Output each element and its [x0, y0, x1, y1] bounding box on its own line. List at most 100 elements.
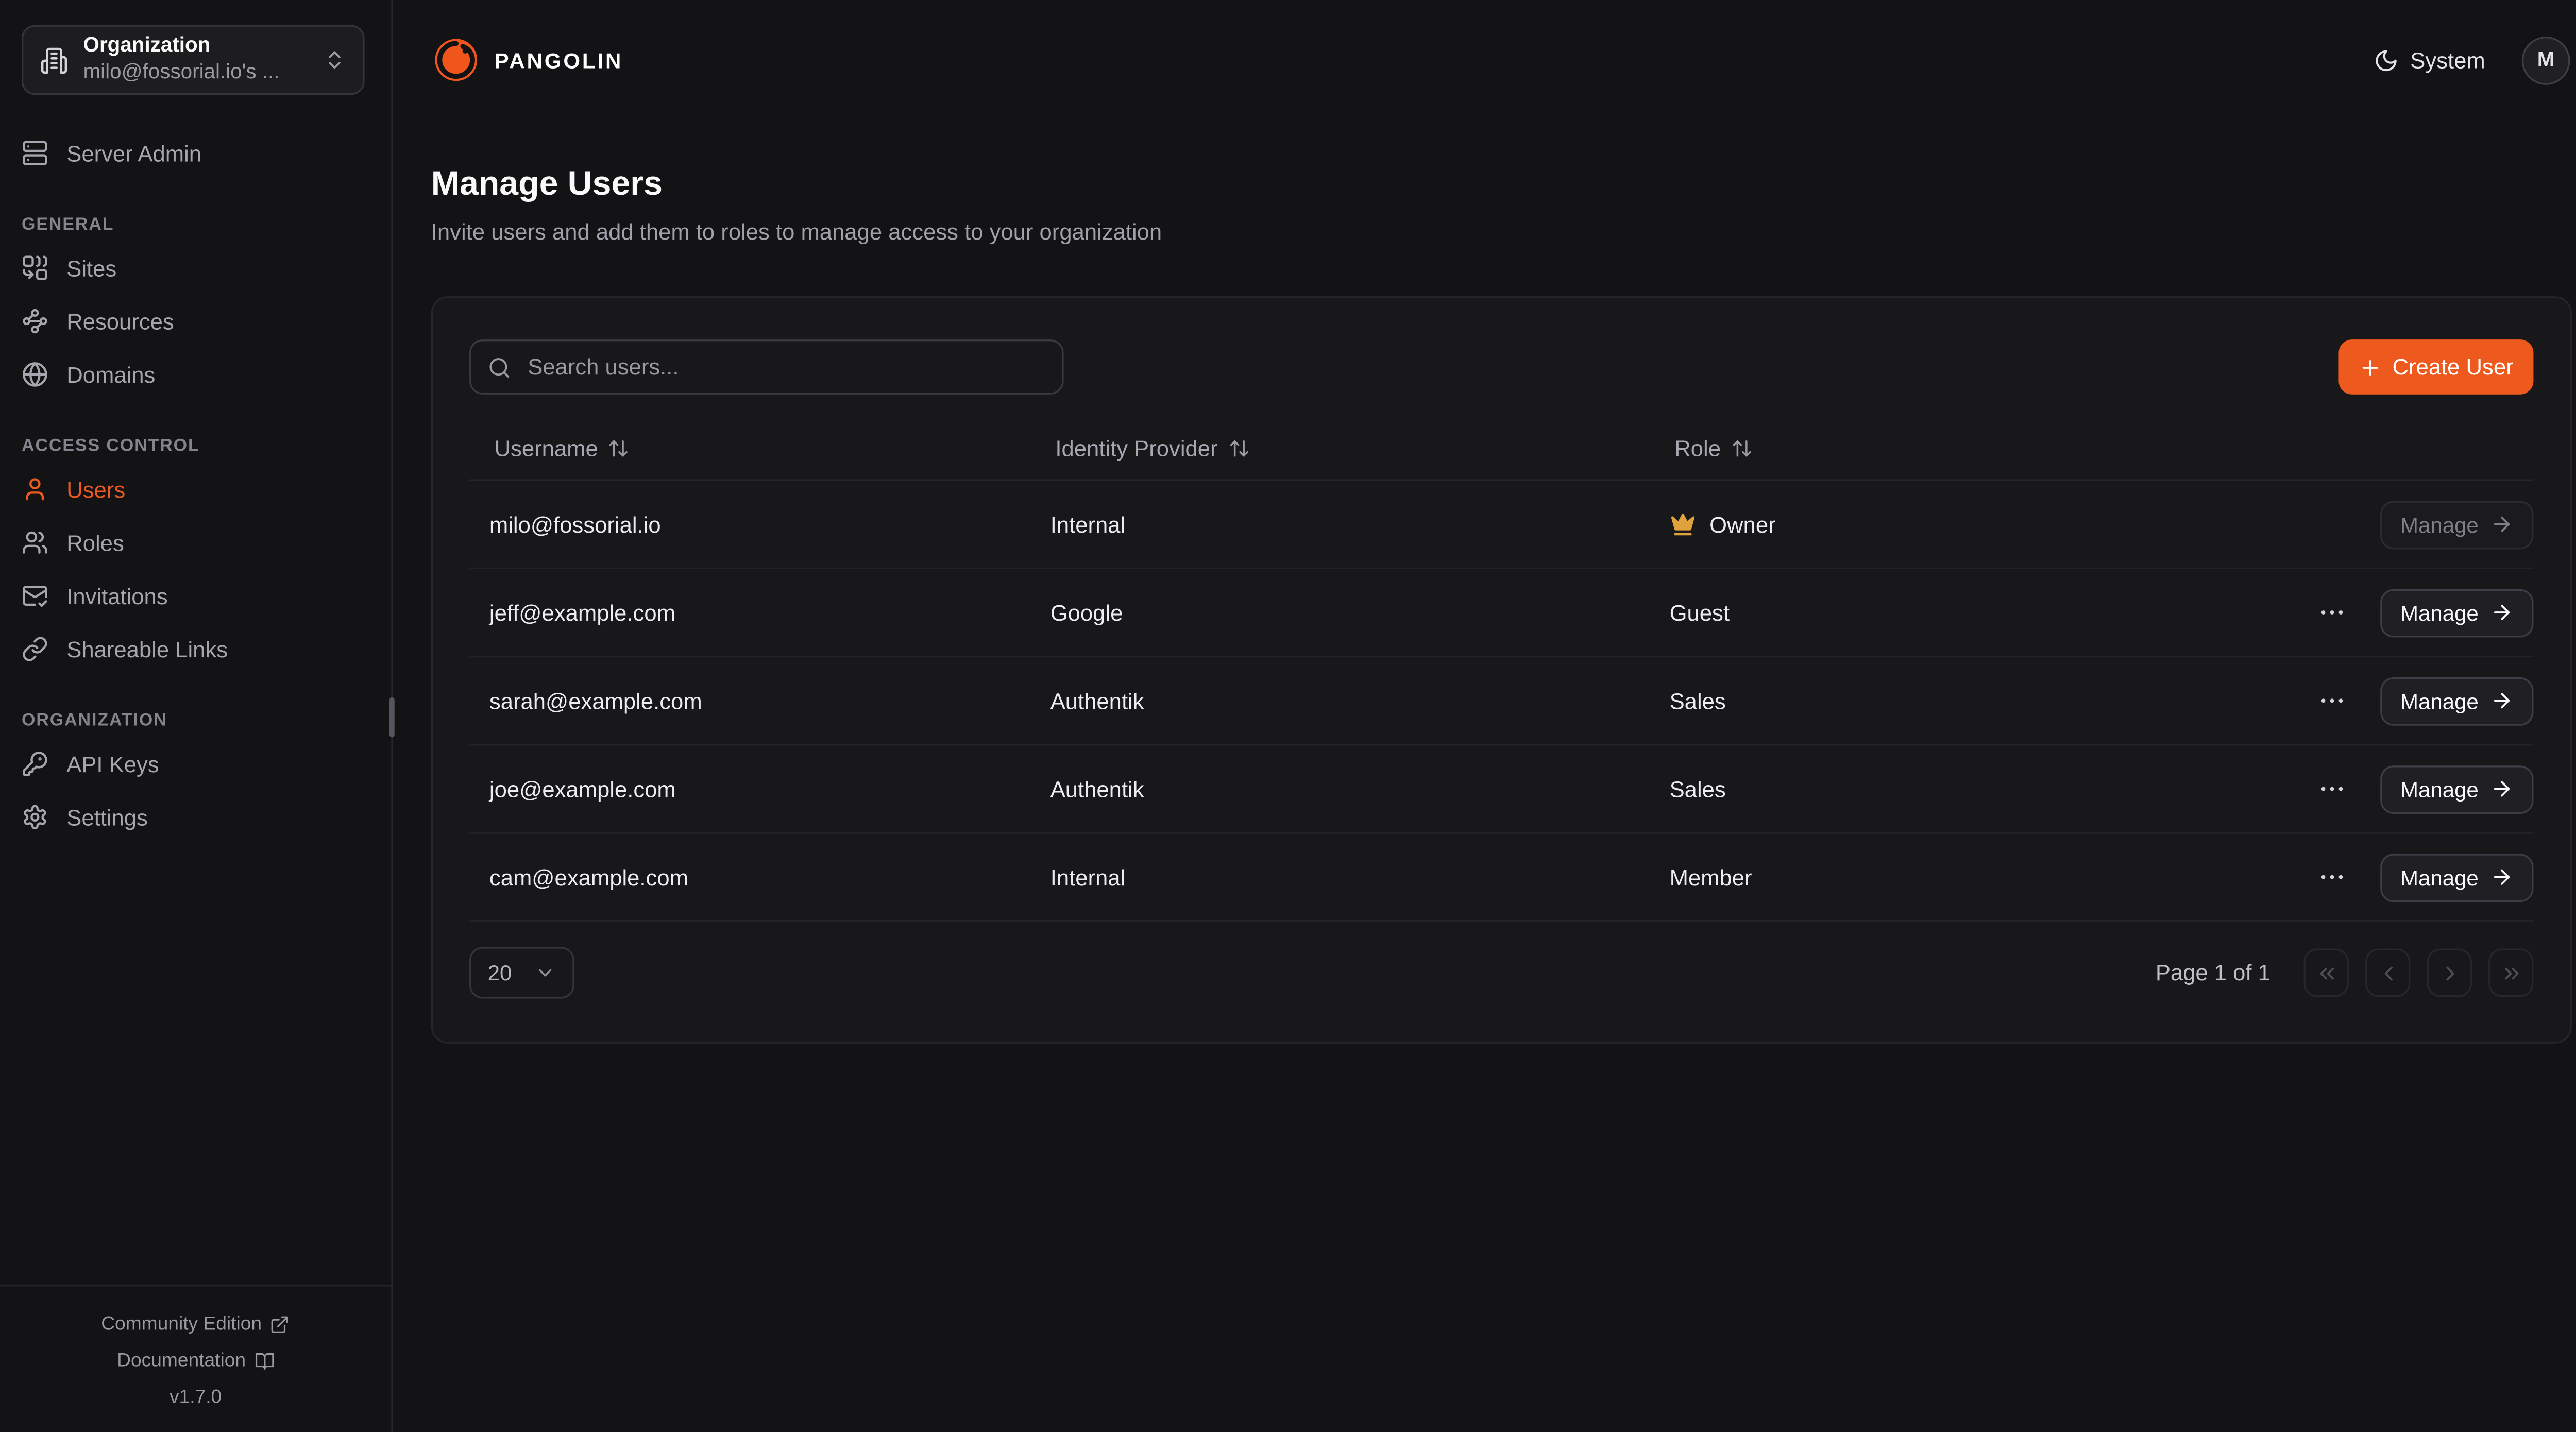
sidebar-item-roles[interactable]: Roles — [22, 516, 365, 569]
sidebar-item-resources[interactable]: Resources — [22, 295, 365, 348]
sidebar-item-label: Sites — [66, 255, 116, 280]
identity-provider-cell: Authentik — [1030, 688, 1650, 713]
username-cell: jeff@example.com — [469, 600, 1030, 625]
column-label: Username — [495, 436, 598, 461]
identity-provider-cell: Authentik — [1030, 776, 1650, 801]
sidebar-item-label: Shareable Links — [66, 637, 228, 661]
sidebar-item-domains[interactable]: Domains — [22, 348, 365, 401]
page-indicator: Page 1 of 1 — [2156, 960, 2270, 985]
sidebar-item-shareable-links[interactable]: Shareable Links — [22, 622, 365, 675]
row-menu-button[interactable] — [2314, 683, 2350, 719]
gear-icon — [22, 804, 50, 831]
table-row: joe@example.com Authentik Sales Manage — [469, 745, 2533, 833]
theme-toggle[interactable]: System — [2374, 47, 2485, 72]
sidebar-footer: Community Edition Documentation v1.7.0 — [0, 1284, 391, 1432]
users-table: Username Identity Provider Role — [469, 418, 2533, 922]
manage-button[interactable]: Manage — [2380, 676, 2533, 725]
section-label-general: GENERAL — [22, 215, 365, 235]
create-user-label: Create User — [2393, 354, 2514, 379]
documentation-link[interactable]: Documentation — [10, 1342, 381, 1379]
table-row: jeff@example.com Google Guest Manage — [469, 569, 2533, 657]
next-page-button[interactable] — [2427, 949, 2472, 997]
community-edition-link[interactable]: Community Edition — [10, 1306, 381, 1342]
username-cell: joe@example.com — [469, 776, 1030, 801]
column-label: Role — [1674, 436, 1721, 461]
row-menu-button[interactable] — [2314, 594, 2350, 630]
search-input[interactable] — [524, 353, 1045, 381]
column-header-role[interactable]: Role — [1650, 436, 2534, 461]
book-open-icon — [254, 1351, 274, 1371]
org-switcher[interactable]: Organization milo@fossorial.io's ... — [22, 25, 365, 95]
manage-label: Manage — [2400, 776, 2479, 801]
section-label-access-control: ACCESS CONTROL — [22, 436, 365, 456]
arrow-right-icon — [2490, 689, 2513, 712]
mail-check-icon — [22, 583, 50, 609]
page-size-value: 20 — [488, 960, 512, 985]
row-menu-button[interactable] — [2314, 771, 2350, 807]
page-title: Manage Users — [431, 165, 2572, 205]
arrow-right-icon — [2490, 777, 2513, 800]
chevrons-up-down-icon — [323, 48, 346, 72]
first-page-button[interactable] — [2304, 949, 2349, 997]
column-label: Identity Provider — [1055, 436, 1217, 461]
sidebar: Organization milo@fossorial.io's ... Ser… — [0, 0, 393, 1432]
topbar: PANGOLIN System M — [393, 0, 2576, 120]
documentation-label: Documentation — [117, 1342, 246, 1379]
role-cell: Member — [1650, 864, 2314, 889]
crown-icon — [1670, 511, 1697, 538]
table-row: sarah@example.com Authentik Sales Manage — [469, 657, 2533, 745]
sidebar-item-label: Resources — [66, 309, 174, 333]
main-content: PANGOLIN System M Manage Users Invite us… — [393, 0, 2576, 1432]
sidebar-item-invitations[interactable]: Invitations — [22, 569, 365, 622]
globe-icon — [22, 361, 50, 388]
user-avatar[interactable]: M — [2522, 36, 2570, 84]
arrow-right-icon — [2490, 513, 2513, 536]
sidebar-item-api-keys[interactable]: API Keys — [22, 737, 365, 790]
users-toolbar: Create User — [469, 339, 2533, 395]
external-link-icon — [270, 1314, 290, 1334]
role-cell: Sales — [1650, 776, 2314, 801]
table-footer: 20 Page 1 of 1 — [469, 947, 2533, 998]
org-switcher-value: milo@fossorial.io's ... — [83, 60, 308, 86]
search-box — [469, 339, 1063, 395]
column-header-username[interactable]: Username — [469, 436, 1030, 461]
username-cell: milo@fossorial.io — [469, 512, 1030, 537]
manage-button[interactable]: Manage — [2380, 853, 2533, 901]
last-page-button[interactable] — [2488, 949, 2533, 997]
previous-page-button[interactable] — [2365, 949, 2410, 997]
sidebar-item-label: Domains — [66, 362, 155, 387]
column-header-identity-provider[interactable]: Identity Provider — [1030, 436, 1650, 461]
page-size-select[interactable]: 20 — [469, 947, 574, 998]
sidebar-resize-handle[interactable] — [389, 697, 395, 738]
manage-button[interactable]: Manage — [2380, 765, 2533, 813]
create-user-button[interactable]: Create User — [2339, 339, 2533, 395]
sort-icon — [608, 438, 630, 459]
sidebar-item-sites[interactable]: Sites — [22, 241, 365, 294]
key-icon — [22, 751, 50, 777]
role-label: Owner — [1709, 512, 1775, 537]
username-cell: cam@example.com — [469, 864, 1030, 889]
sidebar-item-label: Invitations — [66, 583, 167, 608]
page-header: Manage Users Invite users and add them t… — [393, 120, 2576, 247]
sort-icon — [1731, 438, 1752, 459]
sidebar-item-users[interactable]: Users — [22, 463, 365, 516]
sidebar-item-settings[interactable]: Settings — [22, 791, 365, 844]
chevron-down-icon — [534, 962, 556, 983]
page-subtitle: Invite users and add them to roles to ma… — [431, 218, 2572, 246]
sidebar-item-server-admin[interactable]: Server Admin — [22, 127, 365, 180]
search-icon — [488, 355, 511, 379]
section-label-organization: ORGANIZATION — [22, 711, 365, 731]
plus-icon — [2359, 355, 2382, 379]
waypoints-icon — [22, 308, 50, 335]
table-row: cam@example.com Internal Member Manage — [469, 834, 2533, 922]
brand-name: PANGOLIN — [495, 47, 623, 72]
version-label: v1.7.0 — [10, 1379, 381, 1416]
building-icon — [40, 46, 69, 74]
link-icon — [22, 636, 50, 662]
manage-button[interactable]: Manage — [2380, 588, 2533, 637]
sidebar-item-label: Server Admin — [66, 141, 201, 165]
identity-provider-cell: Internal — [1030, 512, 1650, 537]
row-menu-button[interactable] — [2314, 859, 2350, 895]
table-row: milo@fossorial.io Internal Owner Manage — [469, 481, 2533, 569]
sidebar-item-label: API Keys — [66, 752, 159, 776]
